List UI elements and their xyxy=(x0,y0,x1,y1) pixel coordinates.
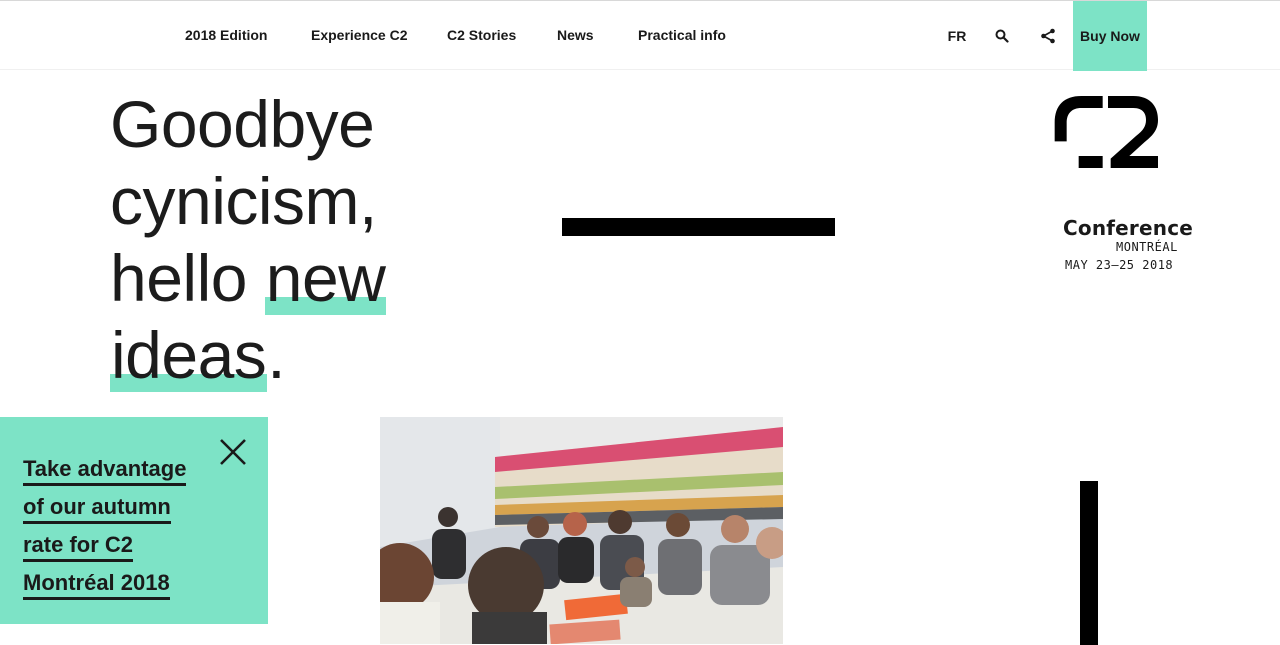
headline-highlight-new: new xyxy=(264,241,387,315)
promo-text[interactable]: Take advantage of our autumn rate for C2… xyxy=(23,450,213,602)
search-button[interactable] xyxy=(990,1,1014,71)
language-switch[interactable]: FR xyxy=(945,1,969,71)
nav-item-c2-stories[interactable]: C2 Stories xyxy=(447,27,516,43)
nav-item-news[interactable]: News xyxy=(557,27,594,43)
nav-item-practical-info[interactable]: Practical info xyxy=(638,27,726,43)
buy-now-button[interactable]: Buy Now xyxy=(1073,1,1147,71)
logo-dates-label: MAY 23—25 2018 xyxy=(1065,258,1174,272)
workshop-photo[interactable] xyxy=(380,417,783,644)
page: 2018 Edition Experience C2 C2 Stories Ne… xyxy=(0,0,1280,645)
headline-highlight-ideas: ideas xyxy=(110,318,268,392)
headline-line-4: ideas. xyxy=(110,317,470,394)
promo-line-2[interactable]: of our autumn xyxy=(23,494,171,524)
hero-headline: Goodbye cynicism, hello new ideas. xyxy=(110,86,470,394)
decorative-vertical-bar xyxy=(1080,481,1098,645)
promo-line-1[interactable]: Take advantage xyxy=(23,456,187,486)
headline-line-3: hello new xyxy=(110,240,470,317)
promo-banner: Take advantage of our autumn rate for C2… xyxy=(0,417,268,624)
search-icon xyxy=(995,29,1009,43)
promo-line-3[interactable]: rate for C2 xyxy=(23,532,134,562)
headline-period: . xyxy=(267,318,286,392)
nav-item-experience-c2[interactable]: Experience C2 xyxy=(311,27,408,43)
decorative-horizontal-bar xyxy=(562,218,835,236)
logo-city-label: MONTRÉAL xyxy=(1116,240,1178,254)
headline-hello: hello xyxy=(110,241,265,315)
c2-logo-icon[interactable] xyxy=(1028,96,1188,216)
share-icon xyxy=(1041,28,1055,44)
nav-item-2018-edition[interactable]: 2018 Edition xyxy=(185,27,267,43)
logo-conference-label: Conference xyxy=(1063,216,1194,240)
headline-line-1: Goodbye xyxy=(110,87,375,161)
close-icon[interactable] xyxy=(216,435,250,469)
main-nav: 2018 Edition Experience C2 C2 Stories Ne… xyxy=(0,0,1280,71)
share-button[interactable] xyxy=(1036,1,1060,71)
headline-line-2: cynicism, xyxy=(110,164,377,238)
promo-line-4[interactable]: Montréal 2018 xyxy=(23,570,170,600)
workshop-photo-illustration xyxy=(380,417,783,644)
